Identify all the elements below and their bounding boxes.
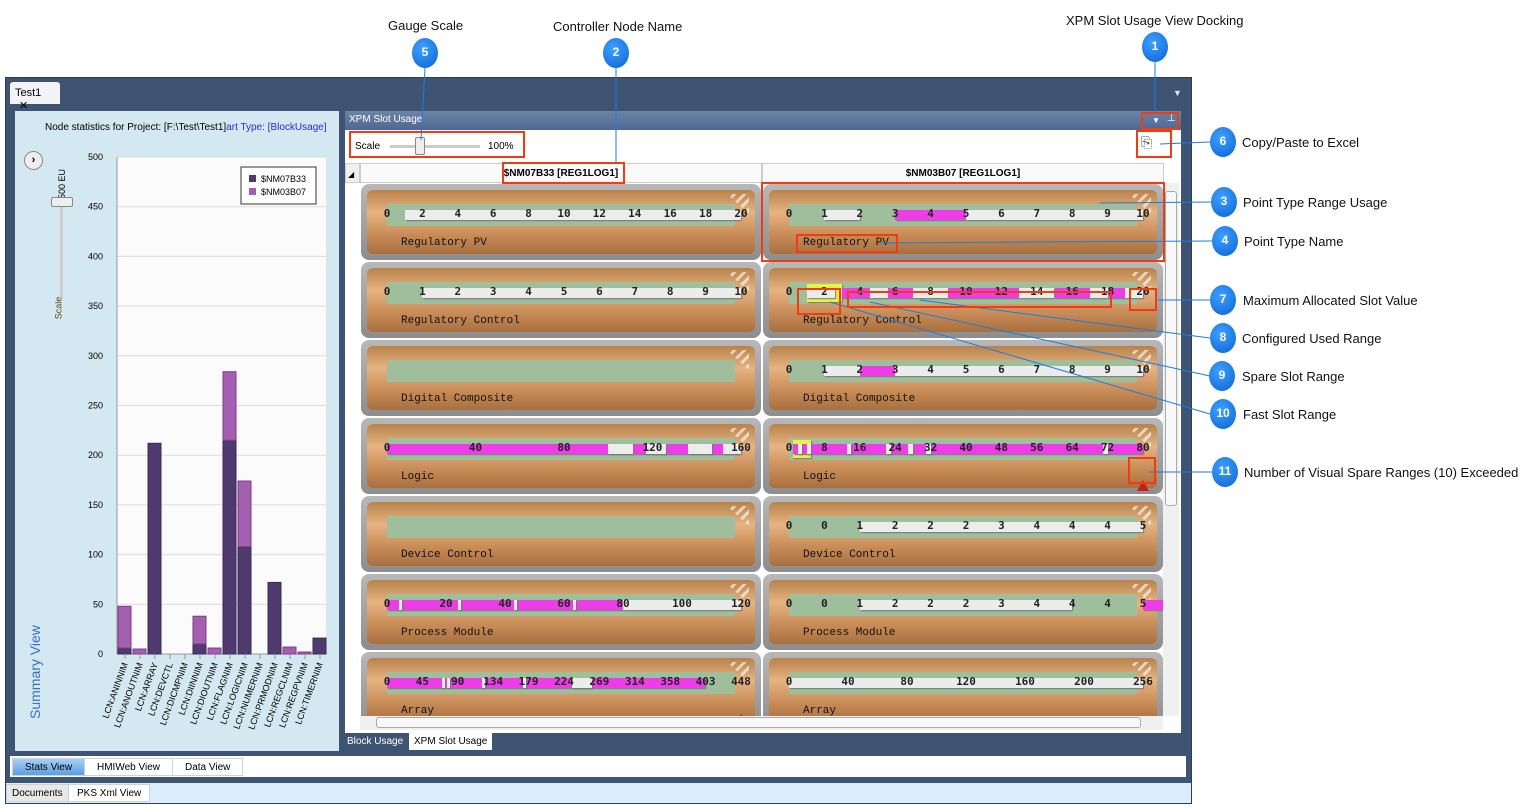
callout-label: Point Type Name [1244, 234, 1344, 249]
callout-badge: 9 [1209, 361, 1235, 391]
callout-badge: 6 [1210, 127, 1236, 157]
docking-highlight [1141, 112, 1179, 130]
callout-badge: 3 [1211, 187, 1237, 217]
callout-label: Copy/Paste to Excel [1242, 135, 1360, 150]
callout-badge: 10 [1210, 399, 1236, 429]
callout-badge: 7 [1210, 285, 1236, 315]
callout-badge: 11 [1212, 457, 1238, 487]
callout-badge: 8 [1210, 323, 1236, 353]
callout-label: Spare Slot Range [1242, 369, 1345, 384]
fast-range-highlight [797, 288, 841, 315]
callout-label: Controller Node Name [553, 19, 683, 34]
annotation-lines [420, 62, 1213, 473]
callout-label: Fast Slot Range [1243, 407, 1337, 422]
copy-excel-highlight [1136, 130, 1172, 158]
callout-label: XPM Slot Usage View Docking [1066, 13, 1244, 28]
max-slot-highlight [1129, 288, 1157, 311]
used-range-highlight [847, 291, 1112, 308]
callout-badge: 2 [603, 38, 629, 68]
callout-badge: 4 [1212, 226, 1238, 256]
gauge-scale-highlight [349, 131, 525, 158]
node-name-highlight [502, 162, 625, 184]
callout-label: Configured Used Range [1242, 331, 1382, 346]
callout-badge: 1 [1142, 32, 1168, 62]
callout-label: Gauge Scale [388, 18, 464, 33]
spare-exceeded-highlight [1128, 457, 1156, 484]
callout-badge: 5 [412, 38, 438, 68]
point-type-name-highlight [796, 234, 898, 253]
callout-label: Point Type Range Usage [1243, 195, 1388, 210]
callout-label: Maximum Allocated Slot Value [1243, 293, 1418, 308]
callout-label: Number of Visual Spare Ranges (10) Excee… [1244, 465, 1519, 480]
